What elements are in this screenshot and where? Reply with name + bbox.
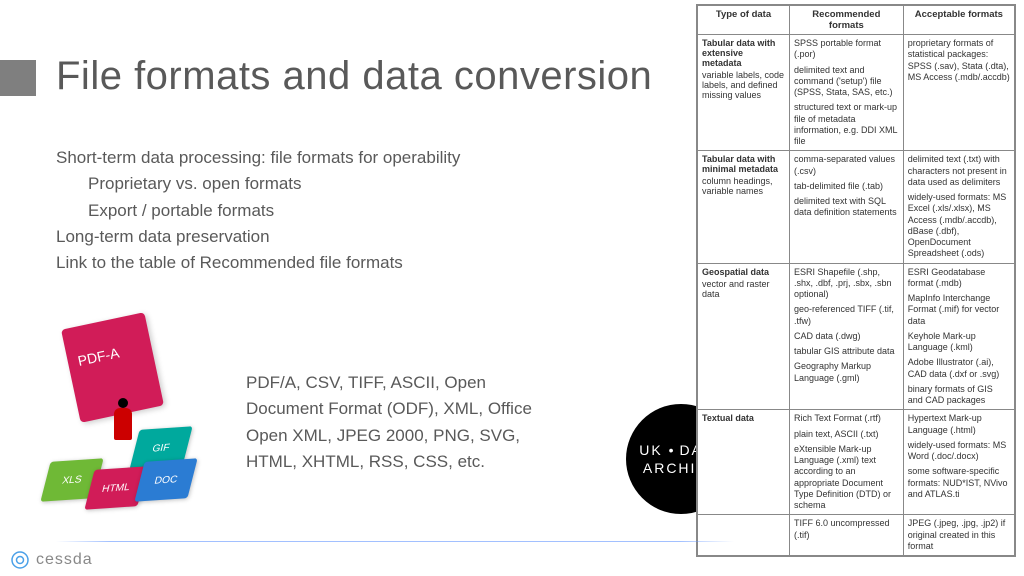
footer-divider [56,541,734,542]
cell-acceptable: Hypertext Mark-up Language (.html)widely… [903,410,1014,515]
cessda-logo-icon [10,550,30,570]
cell-recommended: comma-separated values (.csv)tab-delimit… [790,151,904,263]
table-row: TIFF 6.0 uncompressed (.tif)JPEG (.jpeg,… [698,515,1015,556]
cell-acceptable: delimited text (.txt) with characters no… [903,151,1014,263]
cell-type: Geospatial datavector and raster data [698,263,790,410]
cell-recommended: Rich Text Format (.rtf)plain text, ASCII… [790,410,904,515]
cell-type: Textual data [698,410,790,515]
tile-doc: DOC [134,458,197,502]
cell-type: Tabular data with extensive metadatavari… [698,35,790,151]
cell-recommended: ESRI Shapefile (.shp, .shx, .dbf, .prj, … [790,263,904,410]
cell-type: Tabular data with minimal metadatacolumn… [698,151,790,263]
bullet-sub: Export / portable formats [56,198,460,224]
page-title: File formats and data conversion [56,54,652,99]
col-type: Type of data [698,6,790,35]
footer-brand-text: cessda [36,551,93,569]
bullet-line: Short-term data processing: file formats… [56,145,460,171]
formats-paragraph: PDF/A, CSV, TIFF, ASCII, Open Document F… [246,370,546,475]
pdfa-card: PDF-A [61,312,164,423]
table-row: Tabular data with minimal metadatacolumn… [698,151,1015,263]
table-row: Geospatial datavector and raster dataESR… [698,263,1015,410]
cell-acceptable: ESRI Geodatabase format (.mdb)MapInfo In… [903,263,1014,410]
format-tiles-illustration: PDF-A GIF XLS HTML DOC [40,310,230,500]
bullet-sub: Proprietary vs. open formats [56,171,460,197]
bullet-line: Link to the table of Recommended file fo… [56,250,460,276]
person-icon [114,408,132,458]
cell-recommended: SPSS portable format (.por)delimited tex… [790,35,904,151]
cell-acceptable: JPEG (.jpeg, .jpg, .jp2) if original cre… [903,515,1014,556]
col-acceptable: Acceptable formats [903,6,1014,35]
cell-type [698,515,790,556]
cell-recommended: TIFF 6.0 uncompressed (.tif) [790,515,904,556]
table-row: Textual dataRich Text Format (.rtf)plain… [698,410,1015,515]
col-recommended: Recommended formats [790,6,904,35]
body-bullets: Short-term data processing: file formats… [56,145,460,277]
footer-brand: cessda [10,550,93,570]
title-accent-bar [0,60,36,96]
recommended-formats-table: Type of data Recommended formats Accepta… [696,4,1016,557]
bullet-line: Long-term data preservation [56,224,460,250]
table-row: Tabular data with extensive metadatavari… [698,35,1015,151]
cell-acceptable: proprietary formats of statistical packa… [903,35,1014,151]
